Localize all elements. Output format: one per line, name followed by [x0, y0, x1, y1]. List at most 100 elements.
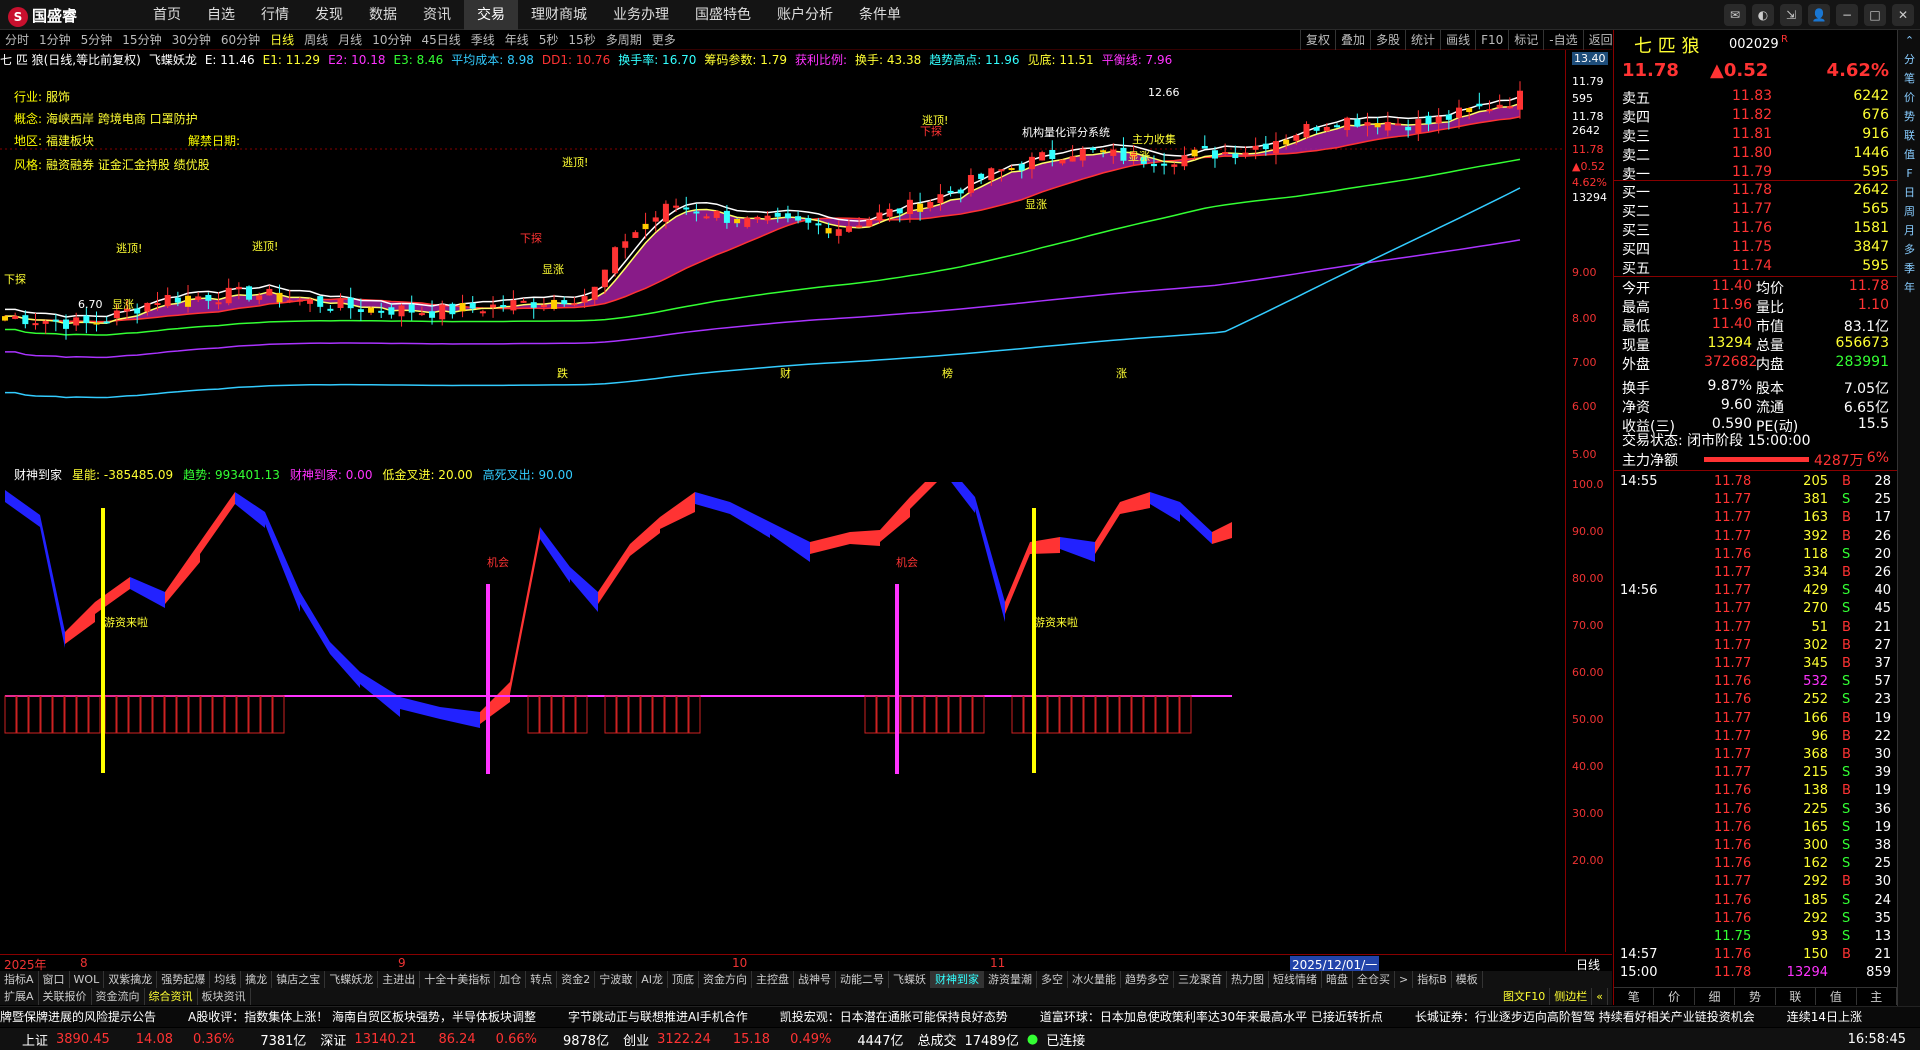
- sidebar-item-9[interactable]: 周: [1899, 203, 1920, 220]
- indicator-tab-18[interactable]: 主控盘: [752, 971, 794, 988]
- cy-index-label[interactable]: 创业: [623, 1030, 649, 1049]
- sz-index-label[interactable]: 深证: [320, 1030, 346, 1049]
- menu-item-8[interactable]: 业务办理: [600, 0, 682, 30]
- tabs-right-2[interactable]: «: [1592, 988, 1608, 1005]
- chart-tool-0[interactable]: 复权: [1300, 30, 1335, 50]
- info-tab-1[interactable]: 关联报价: [39, 988, 92, 1005]
- quote-tab-2[interactable]: 细: [1695, 988, 1736, 1005]
- indicator-tab-30[interactable]: 暗盘: [1322, 971, 1353, 988]
- menu-item-3[interactable]: 发现: [302, 0, 356, 30]
- quote-tab-6[interactable]: 主: [1857, 988, 1897, 1005]
- menu-item-0[interactable]: 首页: [140, 0, 194, 30]
- info-tab-4[interactable]: 板块资讯: [198, 988, 251, 1005]
- period-16[interactable]: 更多: [647, 31, 681, 48]
- orderbook-row[interactable]: 买五 11.74 595: [1614, 258, 1897, 277]
- indicator-tab-11[interactable]: 加仓: [495, 971, 527, 988]
- chart-tool-1[interactable]: 叠加: [1335, 30, 1370, 50]
- orderbook-row[interactable]: 买四 11.75 3847: [1614, 239, 1897, 258]
- app-logo[interactable]: S 国盛睿: [8, 5, 77, 27]
- quote-tab-4[interactable]: 联: [1776, 988, 1817, 1005]
- news-item-5[interactable]: 长城证券：行业逐步迈向高阶智驾 持续看好相关产业链投资机会: [1415, 1007, 1755, 1027]
- period-0[interactable]: 分时: [0, 31, 34, 48]
- user-icon[interactable]: 👤: [1808, 4, 1830, 26]
- sidebar-item-8[interactable]: 日: [1899, 184, 1920, 201]
- indicator-tab-32[interactable]: >: [1395, 971, 1414, 988]
- indicator-tab-1[interactable]: 窗口: [39, 971, 70, 988]
- orderbook-row[interactable]: 卖三 11.81 916: [1614, 126, 1897, 145]
- shrink-icon[interactable]: ⇲: [1780, 4, 1802, 26]
- indicator-tab-6[interactable]: 擒龙: [241, 971, 273, 988]
- news-item-0[interactable]: 牌暨保牌进展的风险提示公告: [0, 1007, 156, 1027]
- info-tab-3[interactable]: 综合资讯: [145, 988, 198, 1005]
- indicator-tab-19[interactable]: 战神号: [794, 971, 836, 988]
- indicator-tab-28[interactable]: 热力图: [1227, 971, 1269, 988]
- orderbook-row[interactable]: 买三 11.76 1581: [1614, 220, 1897, 239]
- news-item-6[interactable]: 连续14日上涨: [1787, 1007, 1862, 1027]
- orderbook-row[interactable]: 卖五 11.83 6242: [1614, 88, 1897, 107]
- tabs-right-0[interactable]: 图文F10: [1499, 988, 1551, 1005]
- maximize-icon[interactable]: □: [1864, 4, 1886, 26]
- menu-item-2[interactable]: 行情: [248, 0, 302, 30]
- close-icon[interactable]: ✕: [1892, 4, 1914, 26]
- indicator-tab-26[interactable]: 趋势多空: [1121, 971, 1174, 988]
- menu-item-1[interactable]: 自选: [194, 0, 248, 30]
- orderbook-row[interactable]: 卖二 11.80 1446: [1614, 145, 1897, 164]
- period-15[interactable]: 多周期: [601, 31, 647, 48]
- period-2[interactable]: 5分钟: [76, 31, 118, 48]
- menu-item-11[interactable]: 条件单: [846, 0, 914, 30]
- period-8[interactable]: 月线: [333, 31, 367, 48]
- indicator-tab-21[interactable]: 飞蝶妖: [889, 971, 931, 988]
- indicator-tab-0[interactable]: 指标A: [0, 971, 39, 988]
- indicator-tab-29[interactable]: 短线情绪: [1269, 971, 1322, 988]
- minimize-icon[interactable]: −: [1836, 4, 1858, 26]
- quote-tab-0[interactable]: 笔: [1614, 988, 1655, 1005]
- quote-tab-3[interactable]: 势: [1735, 988, 1776, 1005]
- indicator-tab-24[interactable]: 多空: [1037, 971, 1068, 988]
- indicator-tab-25[interactable]: 冰火量能: [1068, 971, 1121, 988]
- chart-tool-5[interactable]: F10: [1475, 30, 1508, 50]
- sh-index-label[interactable]: 上证: [22, 1030, 48, 1049]
- indicator-tab-3[interactable]: 双紫擒龙: [104, 971, 158, 988]
- chart-tool-2[interactable]: 多股: [1370, 30, 1405, 50]
- indicator-tab-13[interactable]: 资金2: [557, 971, 596, 988]
- sidebar-item-3[interactable]: 价: [1899, 89, 1920, 106]
- chart-tool-6[interactable]: 标记: [1508, 30, 1543, 50]
- skin-icon[interactable]: ◐: [1752, 4, 1774, 26]
- indicator-tab-15[interactable]: AI龙: [637, 971, 668, 988]
- orderbook-row[interactable]: 买二 11.77 565: [1614, 201, 1897, 220]
- indicator-tab-20[interactable]: 动能二号: [836, 971, 889, 988]
- indicator-tab-10[interactable]: 十全十美指标: [420, 971, 496, 988]
- period-10[interactable]: 45日线: [416, 31, 465, 48]
- period-5[interactable]: 60分钟: [216, 31, 265, 48]
- sidebar-item-2[interactable]: 笔: [1899, 70, 1920, 87]
- period-3[interactable]: 15分钟: [117, 31, 166, 48]
- quote-tab-1[interactable]: 价: [1654, 988, 1695, 1005]
- period-7[interactable]: 周线: [299, 31, 333, 48]
- menu-item-4[interactable]: 数据: [356, 0, 410, 30]
- period-13[interactable]: 5秒: [534, 31, 564, 48]
- indicator-tab-12[interactable]: 转点: [526, 971, 558, 988]
- indicator-tab-9[interactable]: 主进出: [378, 971, 421, 988]
- period-6[interactable]: 日线: [265, 31, 299, 48]
- info-tab-0[interactable]: 扩展A: [0, 988, 39, 1005]
- indicator-tab-16[interactable]: 顶底: [668, 971, 699, 988]
- period-12[interactable]: 年线: [500, 31, 534, 48]
- menu-item-5[interactable]: 资讯: [410, 0, 464, 30]
- sidebar-item-12[interactable]: 季: [1899, 260, 1920, 277]
- news-item-1[interactable]: A股收评：指数集体上涨！ 海南自贸区板块强势，半导体板块调整: [188, 1007, 536, 1027]
- menu-item-7[interactable]: 理财商城: [518, 0, 600, 30]
- menu-item-10[interactable]: 账户分析: [764, 0, 846, 30]
- sidebar-item-4[interactable]: 势: [1899, 108, 1920, 125]
- sidebar-item-11[interactable]: 多: [1899, 241, 1920, 258]
- period-11[interactable]: 季线: [466, 31, 500, 48]
- sidebar-item-10[interactable]: 月: [1899, 222, 1920, 239]
- indicator-chart[interactable]: 游资来啦 机会 机会游资来啦: [0, 482, 1565, 952]
- indicator-tab-27[interactable]: 三龙聚首: [1174, 971, 1227, 988]
- info-tab-2[interactable]: 资金流向: [92, 988, 145, 1005]
- news-item-3[interactable]: 凯投宏观：日本潜在通胀可能保持良好态势: [780, 1007, 1008, 1027]
- period-9[interactable]: 10分钟: [367, 31, 416, 48]
- sidebar-item-0[interactable]: ⌃: [1899, 32, 1920, 49]
- indicator-tab-34[interactable]: 模板: [1452, 971, 1483, 988]
- indicator-tab-17[interactable]: 资金方向: [699, 971, 752, 988]
- menu-item-9[interactable]: 国盛特色: [682, 0, 764, 30]
